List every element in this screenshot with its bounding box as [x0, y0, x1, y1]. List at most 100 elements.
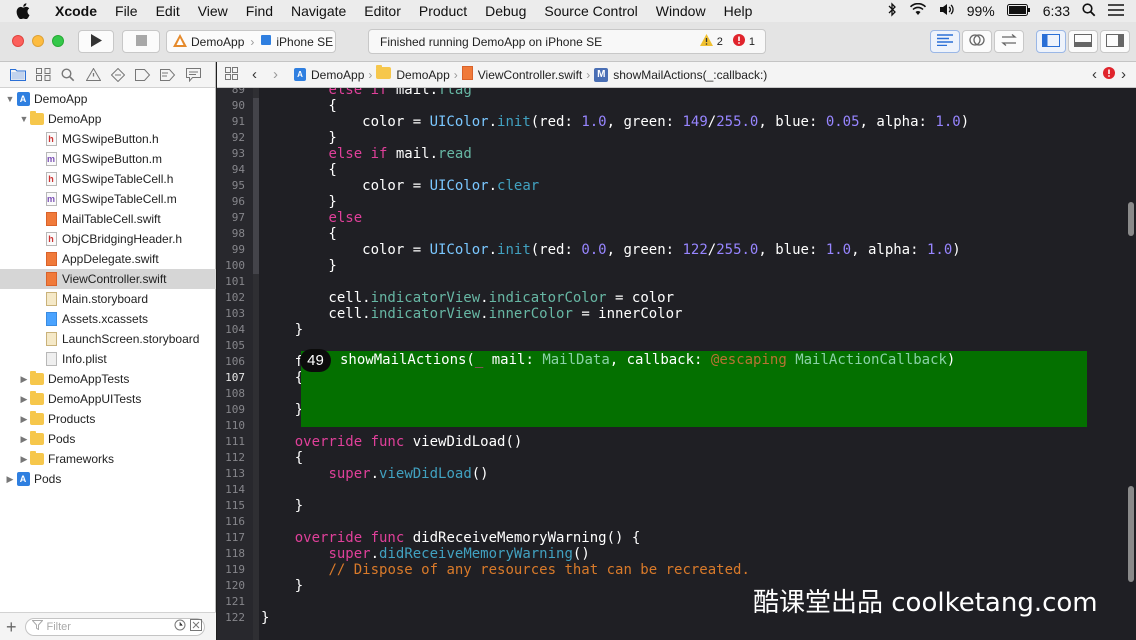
back-arrow-icon[interactable]: ‹	[252, 66, 257, 83]
file-tree-item[interactable]: m MGSwipeTableCell.m	[0, 189, 216, 209]
line-number[interactable]: 117	[217, 530, 245, 546]
menu-edit[interactable]: Edit	[147, 0, 189, 22]
code-line[interactable]: else if mail.read	[261, 146, 471, 162]
line-number[interactable]: 109	[217, 402, 245, 418]
line-number[interactable]: 108	[217, 386, 245, 402]
run-button[interactable]	[78, 30, 114, 53]
code-line[interactable]: super.didReceiveMemoryWarning()	[261, 546, 589, 562]
code-line[interactable]: else	[261, 210, 362, 226]
related-items-icon[interactable]	[225, 66, 238, 83]
file-tree-item[interactable]: AppDelegate.swift	[0, 249, 216, 269]
issue-counts[interactable]: 2 1	[699, 34, 765, 49]
error-icon[interactable]	[1103, 67, 1115, 82]
code-line[interactable]: }	[261, 258, 336, 274]
forward-arrow-icon[interactable]: ›	[273, 66, 278, 83]
menu-view[interactable]: View	[189, 0, 237, 22]
version-editor-button[interactable]	[994, 30, 1024, 53]
menu-xcode[interactable]: Xcode	[46, 0, 106, 22]
file-tree-item[interactable]: h MGSwipeTableCell.h	[0, 169, 216, 189]
code-line[interactable]: cell.indicatorView.innerColor = innerCol…	[261, 306, 682, 322]
wifi-icon[interactable]	[909, 2, 927, 19]
disclosure-triangle-icon[interactable]: ▶	[18, 414, 30, 425]
debug-navigator-icon[interactable]	[135, 67, 151, 83]
disclosure-triangle-icon[interactable]: ▶	[4, 474, 16, 485]
file-tree-item[interactable]: LaunchScreen.storyboard	[0, 329, 216, 349]
disclosure-triangle-icon[interactable]: ▶	[18, 434, 30, 445]
toggle-navigator-button[interactable]	[1036, 30, 1066, 53]
line-number[interactable]: 101	[217, 274, 245, 290]
line-number[interactable]: 92	[217, 130, 245, 146]
file-tree-item[interactable]: h MGSwipeButton.h	[0, 129, 216, 149]
file-tree-item[interactable]: h ObjCBridgingHeader.h	[0, 229, 216, 249]
line-number[interactable]: 94	[217, 162, 245, 178]
disclosure-triangle-icon[interactable]: ▼	[18, 114, 30, 124]
menu-list-icon[interactable]	[1108, 3, 1124, 19]
activity-view[interactable]: Finished running DemoApp on iPhone SE 2 …	[368, 29, 766, 54]
line-number[interactable]: 120	[217, 578, 245, 594]
file-tree-item[interactable]: ▶ DemoAppUITests	[0, 389, 216, 409]
file-tree-item[interactable]: ▶ Pods	[0, 429, 216, 449]
code-line[interactable]: super.viewDidLoad()	[261, 466, 488, 482]
menu-product[interactable]: Product	[410, 0, 476, 22]
menu-window[interactable]: Window	[647, 0, 715, 22]
jump-crumb-project[interactable]: A DemoApp	[294, 68, 364, 82]
line-number[interactable]: 122	[217, 610, 245, 626]
test-navigator-icon[interactable]	[110, 67, 126, 83]
close-window-button[interactable]	[12, 35, 24, 47]
issue-navigator-icon[interactable]	[85, 67, 101, 83]
volume-icon[interactable]	[939, 3, 955, 19]
code-line[interactable]: cell.indicatorView.indicatorColor = colo…	[261, 290, 674, 306]
line-number[interactable]: 91	[217, 114, 245, 130]
line-number[interactable]: 96	[217, 194, 245, 210]
standard-editor-button[interactable]	[930, 30, 960, 53]
menu-navigate[interactable]: Navigate	[282, 0, 355, 22]
line-number[interactable]: 111	[217, 434, 245, 450]
disclosure-triangle-icon[interactable]: ▼	[4, 94, 16, 104]
folder-navigator-icon[interactable]	[10, 67, 26, 83]
scrollbar-thumb[interactable]	[1128, 202, 1134, 236]
line-number[interactable]: 118	[217, 546, 245, 562]
add-file-icon[interactable]: +	[6, 618, 17, 636]
line-number[interactable]: 97	[217, 210, 245, 226]
clock[interactable]: 6:33	[1043, 3, 1070, 19]
line-number[interactable]: 90	[217, 98, 245, 114]
line-number[interactable]: 99	[217, 242, 245, 258]
menu-file[interactable]: File	[106, 0, 147, 22]
bluetooth-icon[interactable]	[888, 2, 897, 20]
code-line[interactable]: {	[261, 162, 336, 178]
line-number[interactable]: 115	[217, 498, 245, 514]
code-line[interactable]: {	[261, 370, 303, 386]
code-line[interactable]: {	[261, 450, 303, 466]
scheme-selector[interactable]: DemoApp › iPhone SE	[166, 30, 336, 53]
line-number[interactable]: 93	[217, 146, 245, 162]
code-line[interactable]: override func viewDidLoad()	[261, 434, 523, 450]
next-issue-icon[interactable]: ›	[1121, 66, 1126, 83]
scrollbar-thumb-lower[interactable]	[1128, 486, 1134, 582]
file-tree-item[interactable]: ▶ Frameworks	[0, 449, 216, 469]
assistant-editor-button[interactable]	[962, 30, 992, 53]
toggle-utilities-button[interactable]	[1100, 30, 1130, 53]
breakpoint-navigator-icon[interactable]	[160, 67, 176, 83]
line-number[interactable]: 119	[217, 562, 245, 578]
code-line[interactable]: f	[261, 354, 303, 370]
file-tree-item[interactable]: Assets.xcassets	[0, 309, 216, 329]
file-tree-item[interactable]: m MGSwipeButton.m	[0, 149, 216, 169]
jump-crumb-group[interactable]: DemoApp	[376, 65, 450, 82]
code-line[interactable]: {	[261, 98, 336, 114]
line-number[interactable]: 116	[217, 514, 245, 530]
disclosure-triangle-icon[interactable]: ▶	[18, 374, 30, 385]
disclosure-triangle-icon[interactable]: ▶	[18, 454, 30, 465]
report-navigator-icon[interactable]	[185, 67, 201, 83]
file-tree-item[interactable]: ▶ Products	[0, 409, 216, 429]
battery-icon[interactable]	[1006, 3, 1031, 19]
toggle-debug-area-button[interactable]	[1068, 30, 1098, 53]
find-navigator-icon[interactable]	[60, 67, 76, 83]
line-number[interactable]: 104	[217, 322, 245, 338]
file-tree-item[interactable]: ▼ DemoApp	[0, 109, 216, 129]
source-control-filter-icon[interactable]	[189, 619, 202, 634]
line-number[interactable]: 112	[217, 450, 245, 466]
line-number-gutter[interactable]: 89 90 91 92 93 94 95 96 97 98 99 100 101 102 103 104 105…	[217, 88, 253, 640]
file-tree-item[interactable]: Info.plist	[0, 349, 216, 369]
recent-files-icon[interactable]	[174, 619, 186, 634]
line-number[interactable]: 105	[217, 338, 245, 354]
